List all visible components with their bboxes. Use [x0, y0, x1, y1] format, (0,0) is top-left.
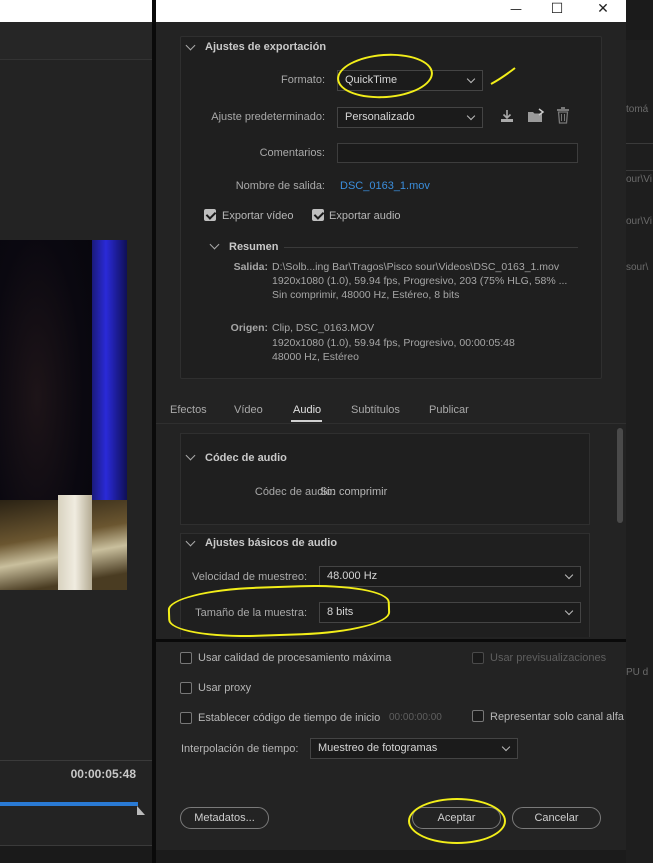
- active-tab-indicator: [291, 420, 322, 422]
- chevron-down-icon: [466, 74, 476, 84]
- set-timecode-checkbox[interactable]: [180, 712, 192, 724]
- format-label: Formato:: [280, 74, 325, 86]
- tab-subtitles[interactable]: Subtítulos: [351, 404, 400, 416]
- preset-value: Personalizado: [345, 111, 415, 123]
- time-interp-value: Muestreo de fotogramas: [318, 742, 438, 754]
- export-settings-title: Ajustes de exportación: [205, 41, 327, 53]
- source-line: 1920x1080 (1.0), 59.94 fps, Progresivo, …: [272, 337, 515, 349]
- alpha-only-label: Representar solo canal alfa: [490, 711, 624, 723]
- delete-preset-icon[interactable]: [556, 107, 570, 124]
- time-interp-label: Interpolación de tiempo:: [181, 743, 299, 755]
- import-preset-icon[interactable]: [527, 108, 545, 124]
- preview-pane: 00:00:05:48: [0, 0, 155, 863]
- timecode-field[interactable]: 00:00:00:00: [389, 712, 442, 723]
- sample-rate-dropdown[interactable]: 48.000 Hz: [319, 566, 581, 587]
- timeline-scrub-bar[interactable]: [0, 802, 138, 806]
- audio-codec-label: Códec de audio:: [254, 486, 335, 498]
- output-name-link[interactable]: DSC_0163_1.mov: [340, 180, 430, 192]
- background-text: sour\: [626, 262, 649, 273]
- sample-rate-value: 48.000 Hz: [327, 570, 378, 582]
- output-name-label: Nombre de salida:: [235, 180, 325, 192]
- preset-dropdown[interactable]: Personalizado: [337, 107, 483, 128]
- section-separator: [156, 639, 626, 642]
- background-text: our\Vi: [626, 174, 652, 185]
- dialog-titlebar: — ☐ ✕: [156, 0, 626, 22]
- export-video-label: Exportar vídeo: [222, 210, 294, 222]
- tab-audio[interactable]: Audio: [293, 404, 321, 416]
- time-interp-dropdown[interactable]: Muestreo de fotogramas: [310, 738, 518, 759]
- close-button[interactable]: ✕: [580, 0, 626, 22]
- sample-rate-label: Velocidad de muestreo:: [192, 571, 307, 583]
- background-text: PU d: [626, 667, 649, 678]
- tab-publish[interactable]: Publicar: [429, 404, 469, 416]
- preview-footer: [0, 845, 155, 863]
- background-window: [626, 40, 653, 863]
- save-preset-icon[interactable]: [499, 108, 515, 124]
- comments-label: Comentarios:: [259, 147, 325, 159]
- output-line: Sin comprimir, 48000 Hz, Estéreo, 8 bits: [272, 289, 460, 301]
- max-quality-label: Usar calidad de procesamiento máxima: [198, 652, 392, 664]
- source-line: Clip, DSC_0163.MOV: [272, 322, 375, 334]
- output-line: D:\Solb...ing Bar\Tragos\Pisco sour\Vide…: [272, 261, 560, 273]
- playhead-end-marker[interactable]: [137, 806, 145, 815]
- audio-codec-panel: [180, 433, 590, 525]
- use-previews-checkbox[interactable]: [472, 652, 484, 664]
- tab-effects[interactable]: Efectos: [170, 404, 207, 416]
- use-proxy-checkbox[interactable]: [180, 682, 192, 694]
- minimize-button[interactable]: —: [493, 0, 539, 22]
- preview-timecode: 00:00:05:48: [0, 760, 152, 788]
- alpha-only-checkbox[interactable]: [472, 710, 484, 722]
- chevron-down-icon: [564, 606, 574, 616]
- audio-codec-value: Sin comprimir: [320, 486, 388, 498]
- maximize-button[interactable]: ☐: [534, 0, 580, 22]
- source-key: Origen:: [230, 322, 268, 334]
- comments-input[interactable]: [337, 143, 578, 163]
- source-line: 48000 Hz, Estéreo: [272, 351, 359, 363]
- background-text: tomá: [626, 104, 649, 115]
- export-audio-checkbox[interactable]: [312, 209, 324, 221]
- export-audio-label: Exportar audio: [329, 210, 401, 222]
- audio-codec-title: Códec de audio: [205, 452, 287, 464]
- chevron-down-icon: [501, 742, 511, 752]
- max-quality-checkbox[interactable]: [180, 652, 192, 664]
- preview-light-strip: [58, 495, 92, 590]
- cancel-button[interactable]: Cancelar: [512, 807, 601, 829]
- summary-title: Resumen: [229, 241, 279, 253]
- vertical-scrollbar[interactable]: [617, 428, 623, 523]
- preview-header: [0, 22, 152, 60]
- background-divider: [626, 143, 653, 144]
- export-settings-dialog: — ☐ ✕ Ajustes de exportación Formato: Qu…: [156, 0, 626, 850]
- use-previews-label: Usar previsualizaciones: [490, 652, 607, 664]
- chevron-down-icon: [564, 570, 574, 580]
- video-preview-frame: [0, 240, 127, 590]
- tab-video[interactable]: Vídeo: [234, 404, 263, 416]
- metadata-button[interactable]: Metadatos...: [180, 807, 269, 829]
- background-text: our\Vi: [626, 216, 652, 227]
- output-key: Salida:: [233, 261, 268, 273]
- output-line: 1920x1080 (1.0), 59.94 fps, Progresivo, …: [272, 275, 568, 287]
- set-timecode-label: Establecer código de tiempo de inicio: [198, 712, 381, 724]
- use-proxy-label: Usar proxy: [198, 682, 252, 694]
- chevron-down-icon: [466, 111, 476, 121]
- summary-divider: [284, 247, 578, 248]
- window-titlebar-fragment: [0, 0, 155, 22]
- preset-label: Ajuste predeterminado:: [211, 111, 325, 123]
- annotation-stroke-icon: [490, 67, 516, 85]
- settings-tabs: Efectos Vídeo Audio Subtítulos Publicar: [156, 398, 626, 424]
- annotation-circle-accept: [408, 798, 506, 844]
- basic-audio-title: Ajustes básicos de audio: [205, 537, 338, 549]
- export-video-checkbox[interactable]: [204, 209, 216, 221]
- background-divider: [626, 170, 653, 171]
